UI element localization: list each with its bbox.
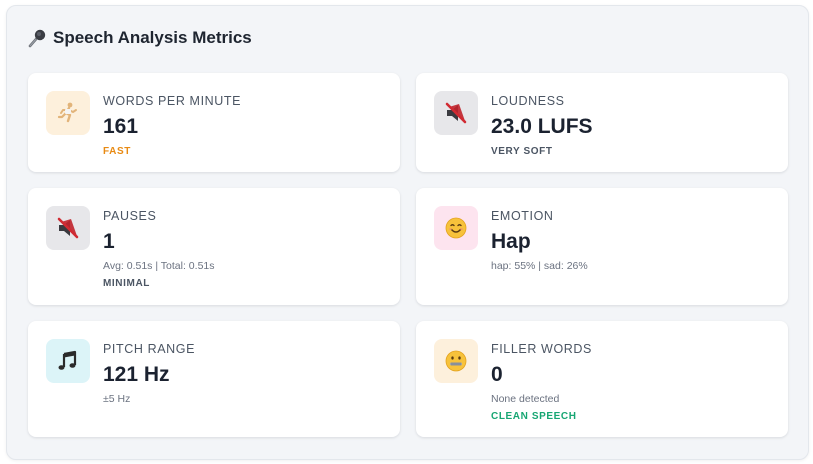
metric-value: Hap <box>491 230 531 253</box>
metric-card-filler-words: FILLER WORDS 0 None detected CLEAN SPEEC… <box>416 321 788 437</box>
metric-icon-box <box>46 206 90 250</box>
metric-card-loudness: LOUDNESS 23.0 LUFS VERY SOFT <box>416 73 788 172</box>
metric-label: PITCH RANGE <box>103 342 196 356</box>
metric-label: FILLER WORDS <box>491 342 592 356</box>
metric-icon-box <box>46 339 90 383</box>
metric-status: VERY SOFT <box>491 146 553 157</box>
metric-value: 23.0 LUFS <box>491 115 593 138</box>
muted-speaker-icon <box>445 102 467 124</box>
metric-icon-box <box>434 91 478 135</box>
speech-metrics-panel: Speech Analysis Metrics WORDS PER MINUTE… <box>6 5 809 460</box>
smiling-face-icon <box>445 217 467 239</box>
metric-card-emotion: EMOTION Hap hap: 55% | sad: 26% <box>416 188 788 305</box>
metric-label: PAUSES <box>103 209 157 223</box>
metric-card-pitch-range: PITCH RANGE 121 Hz ±5 Hz <box>28 321 400 437</box>
metric-detail: None detected <box>491 393 560 405</box>
music-note-icon <box>58 350 77 370</box>
metric-value: 121 Hz <box>103 363 170 386</box>
metric-card-words-per-minute: WORDS PER MINUTE 161 FAST <box>28 73 400 172</box>
metric-label: EMOTION <box>491 209 554 223</box>
metric-detail: hap: 55% | sad: 26% <box>491 260 588 272</box>
metric-status: CLEAN SPEECH <box>491 411 577 422</box>
muted-speaker-icon <box>57 217 79 239</box>
metric-label: WORDS PER MINUTE <box>103 94 242 108</box>
microphone-icon <box>27 28 47 48</box>
metric-icon-box <box>46 91 90 135</box>
metric-status: MINIMAL <box>103 278 150 289</box>
metric-icon-box <box>434 206 478 250</box>
zipper-mouth-face-icon <box>445 350 467 372</box>
runner-icon <box>57 102 77 123</box>
panel-title-text: Speech Analysis Metrics <box>53 28 252 47</box>
metric-value: 161 <box>103 115 139 138</box>
metric-detail: Avg: 0.51s | Total: 0.51s <box>103 260 215 272</box>
metric-value: 1 <box>103 230 115 253</box>
metric-icon-box <box>434 339 478 383</box>
metric-value: 0 <box>491 363 503 386</box>
metric-label: LOUDNESS <box>491 94 565 108</box>
metric-detail: ±5 Hz <box>103 393 131 405</box>
metric-card-pauses: PAUSES 1 Avg: 0.51s | Total: 0.51s MINIM… <box>28 188 400 305</box>
metric-status: FAST <box>103 146 131 157</box>
panel-title: Speech Analysis Metrics <box>27 28 252 48</box>
